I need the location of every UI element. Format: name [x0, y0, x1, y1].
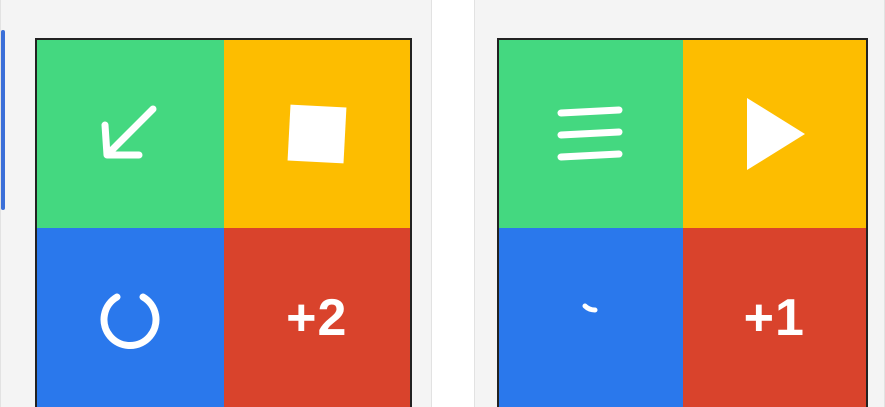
- arrow-down-left-icon: [95, 99, 165, 169]
- score-label: +2: [286, 288, 348, 347]
- tile-blue-right[interactable]: [499, 228, 683, 407]
- loading-ring-icon: [95, 283, 165, 353]
- tile-grid-right: +1: [497, 38, 868, 407]
- tile-blue-left[interactable]: [37, 228, 224, 407]
- play-icon: [739, 94, 809, 174]
- phone-side-button: [1, 30, 5, 210]
- tile-green-right[interactable]: [499, 40, 683, 228]
- tile-yellow-right[interactable]: [682, 40, 866, 228]
- score-label: +1: [743, 288, 805, 347]
- loading-tick-icon: [571, 298, 611, 338]
- tile-yellow-left[interactable]: [223, 40, 410, 228]
- phone-frame-right: +1: [474, 0, 885, 407]
- tile-red-left[interactable]: +2: [223, 228, 410, 407]
- tile-grid-left: +2: [35, 38, 412, 407]
- tile-green-left[interactable]: [37, 40, 224, 228]
- phone-frame-left: +2: [0, 0, 432, 407]
- tile-red-right[interactable]: +1: [682, 228, 866, 407]
- menu-lines-icon: [551, 99, 631, 169]
- stop-square-icon: [285, 102, 349, 166]
